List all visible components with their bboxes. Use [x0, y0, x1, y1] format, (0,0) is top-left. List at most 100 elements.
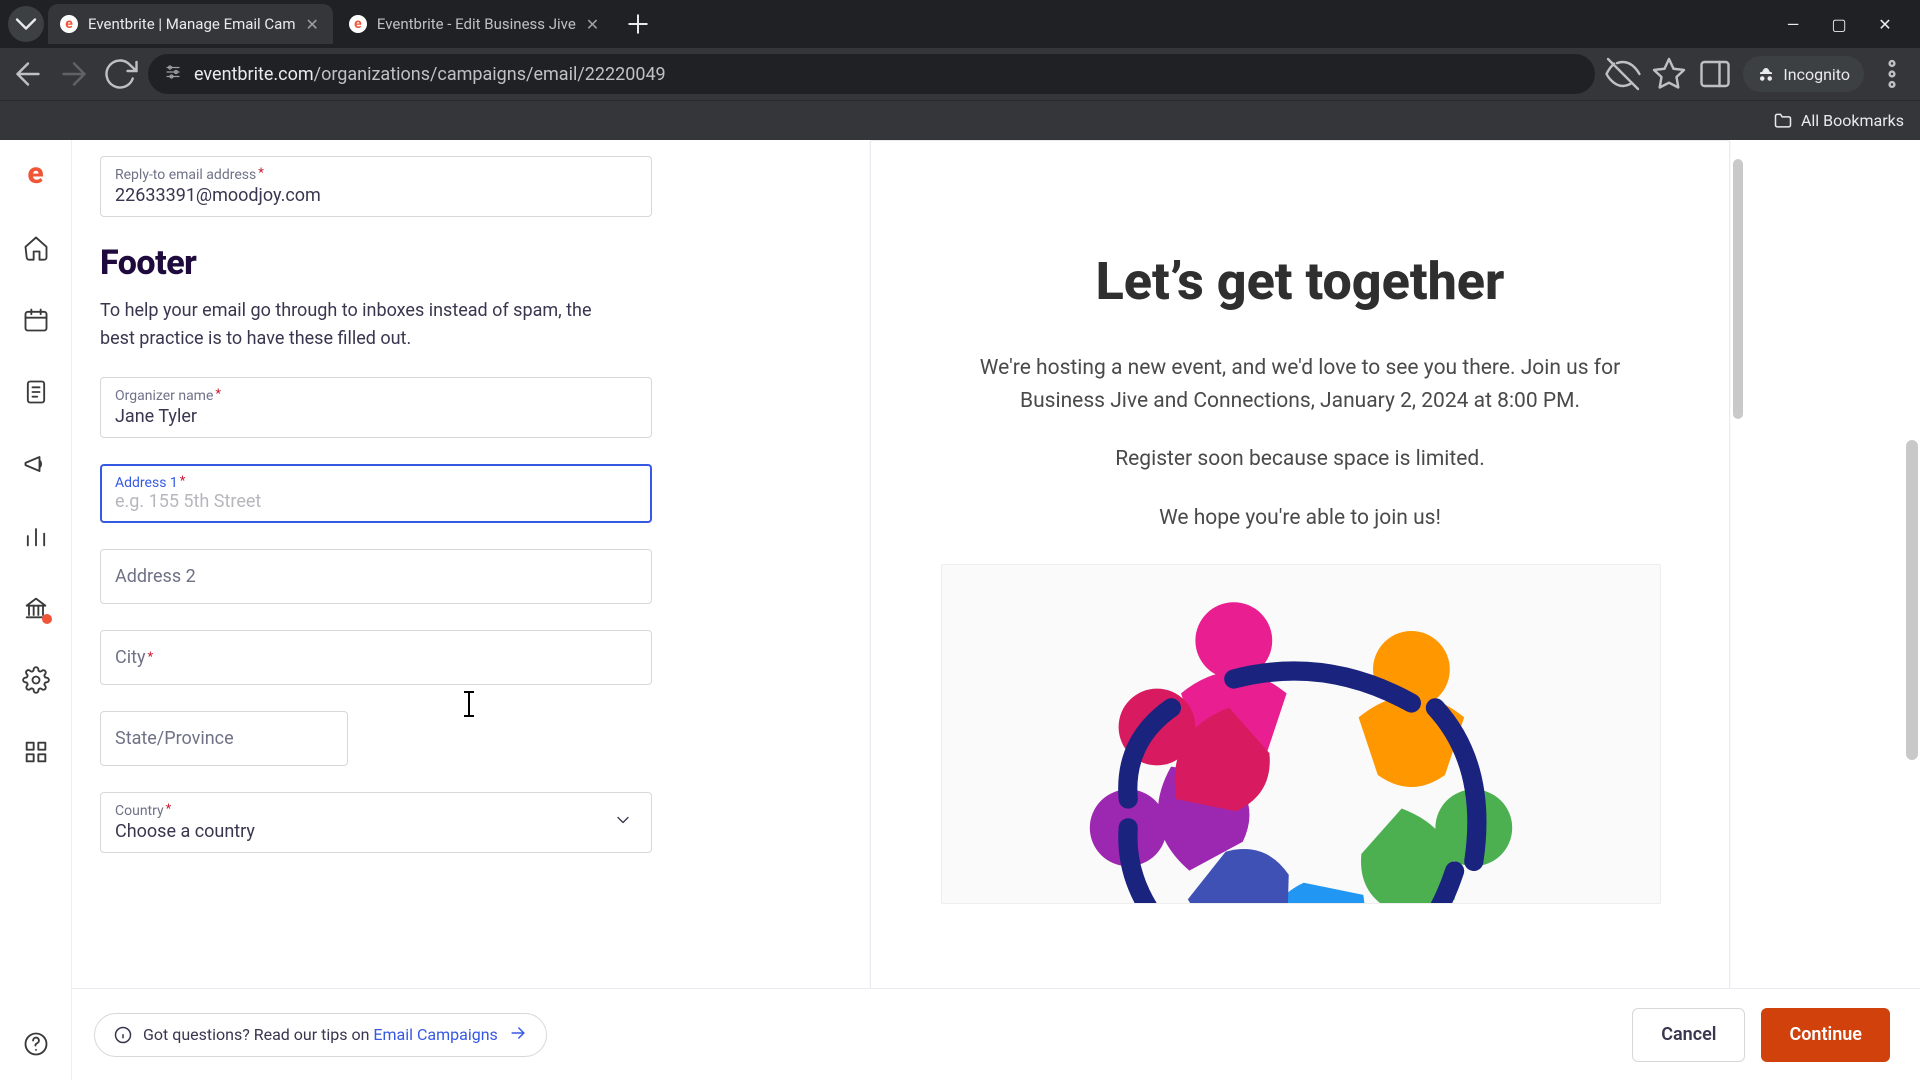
state-province-field[interactable]: State/Province — [100, 711, 348, 766]
chevron-down-icon — [8, 6, 44, 42]
section-title: Footer — [100, 243, 652, 283]
preview-title: Let’s get together — [941, 251, 1659, 312]
field-label: Reply-to email address* — [115, 167, 637, 183]
minimize-button[interactable]: — — [1784, 15, 1802, 34]
browser-chrome: e Eventbrite | Manage Email Cam ✕ e Even… — [0, 0, 1920, 140]
city-field[interactable]: City* — [100, 630, 652, 685]
preview-pane: Let’s get together We're hosting a new e… — [680, 140, 1920, 1080]
nav-events[interactable] — [22, 306, 50, 334]
tips-pill[interactable]: Got questions? Read our tips on Email Ca… — [94, 1013, 547, 1057]
home-icon — [22, 234, 50, 262]
preview-scrollbar[interactable] — [1733, 159, 1743, 419]
field-label: Address 2 — [115, 560, 637, 593]
back-button[interactable] — [10, 56, 46, 92]
reply-to-field[interactable]: Reply-to email address* 22633391@moodjoy… — [100, 156, 652, 217]
gear-icon — [22, 666, 50, 694]
preview-paragraph: Register soon because space is limited. — [941, 443, 1659, 476]
window-controls: — ▢ ✕ — [1784, 15, 1912, 34]
nav-apps[interactable] — [22, 738, 50, 766]
arrow-right-icon — [56, 56, 92, 92]
incognito-icon — [1757, 65, 1775, 83]
arrow-right-icon — [508, 1023, 528, 1047]
eye-off-icon — [1605, 56, 1641, 92]
reload-button[interactable] — [102, 56, 138, 92]
app-root: e Reply-to email address* 22633391@moodj… — [0, 140, 1920, 1080]
tune-icon — [164, 63, 182, 81]
kebab-icon — [1874, 56, 1910, 92]
preview-paragraph: We hope you're able to join us! — [941, 502, 1659, 535]
tab-title: Eventbrite - Edit Business Jive — [377, 15, 576, 33]
organizer-name-field[interactable]: Organizer name* Jane Tyler — [100, 377, 652, 438]
continue-button[interactable]: Continue — [1761, 1008, 1890, 1062]
maximize-button[interactable]: ▢ — [1830, 15, 1848, 34]
document-icon — [22, 378, 50, 406]
incognito-label: Incognito — [1783, 65, 1850, 84]
site-info-icon[interactable] — [164, 63, 182, 85]
calendar-icon — [22, 306, 50, 334]
address-1-input[interactable] — [115, 491, 637, 512]
tracking-icon[interactable] — [1605, 56, 1641, 92]
all-bookmarks-label: All Bookmarks — [1801, 111, 1904, 130]
nav-finance[interactable] — [22, 594, 50, 622]
nav-help[interactable] — [22, 1030, 50, 1058]
favicon-icon: e — [349, 15, 367, 33]
tab-inactive[interactable]: e Eventbrite - Edit Business Jive ✕ — [337, 4, 613, 44]
tab-strip: e Eventbrite | Manage Email Cam ✕ e Even… — [0, 0, 1920, 48]
tab-title: Eventbrite | Manage Email Cam — [88, 15, 296, 33]
folder-icon — [1773, 111, 1793, 131]
bookmark-button[interactable] — [1651, 56, 1687, 92]
chart-icon — [22, 522, 50, 550]
close-icon[interactable]: ✕ — [306, 15, 319, 34]
field-label: Organizer name* — [115, 388, 637, 404]
country-select[interactable]: Country* Choose a country — [100, 792, 652, 853]
address-bar[interactable]: eventbrite.com/organizations/campaigns/e… — [148, 54, 1595, 94]
field-label: Country* — [115, 803, 637, 819]
grid-icon — [22, 738, 50, 766]
field-label: State/Province — [115, 722, 333, 755]
preview-image — [941, 564, 1661, 904]
section-description: To help your email go through to inboxes… — [100, 297, 610, 353]
eventbrite-logo[interactable]: e — [20, 158, 52, 190]
chevron-down-icon — [613, 810, 633, 834]
arrow-left-icon — [10, 56, 46, 92]
bottom-action-bar: Got questions? Read our tips on Email Ca… — [72, 988, 1920, 1080]
tab-active[interactable]: e Eventbrite | Manage Email Cam ✕ — [48, 4, 333, 44]
field-value: Jane Tyler — [115, 406, 637, 427]
info-icon — [113, 1025, 133, 1045]
page-scrollbar[interactable] — [1906, 440, 1918, 760]
address-1-field[interactable]: Address 1* — [100, 464, 652, 523]
select-value: Choose a country — [115, 821, 637, 842]
tips-link[interactable]: Email Campaigns — [373, 1025, 497, 1044]
close-window-button[interactable]: ✕ — [1876, 15, 1894, 34]
close-icon[interactable]: ✕ — [586, 15, 599, 34]
nav-settings[interactable] — [22, 666, 50, 694]
new-tab-button[interactable] — [623, 9, 653, 39]
workspace: Reply-to email address* 22633391@moodjoy… — [72, 140, 1920, 1080]
side-panel-button[interactable] — [1697, 56, 1733, 92]
address-2-field[interactable]: Address 2 — [100, 549, 652, 604]
tab-search-button[interactable] — [8, 6, 44, 42]
url-text: eventbrite.com/organizations/campaigns/e… — [194, 64, 666, 85]
plus-icon — [623, 9, 653, 39]
help-icon — [22, 1030, 50, 1058]
incognito-badge[interactable]: Incognito — [1743, 56, 1864, 92]
nav-home[interactable] — [22, 234, 50, 262]
all-bookmarks-button[interactable]: All Bookmarks — [1773, 111, 1904, 131]
bookmarks-bar: All Bookmarks — [0, 100, 1920, 140]
panel-icon — [1697, 56, 1733, 92]
cancel-button[interactable]: Cancel — [1632, 1008, 1745, 1062]
left-nav-rail: e — [0, 140, 72, 1080]
browser-menu-button[interactable] — [1874, 56, 1910, 92]
nav-orders[interactable] — [22, 378, 50, 406]
star-icon — [1651, 56, 1687, 92]
megaphone-icon — [22, 450, 50, 478]
email-preview: Let’s get together We're hosting a new e… — [870, 140, 1730, 1080]
favicon-icon: e — [60, 15, 78, 33]
preview-paragraph: We're hosting a new event, and we'd love… — [941, 352, 1659, 417]
nav-marketing[interactable] — [22, 450, 50, 478]
browser-toolbar: eventbrite.com/organizations/campaigns/e… — [0, 48, 1920, 100]
nav-reports[interactable] — [22, 522, 50, 550]
field-value: 22633391@moodjoy.com — [115, 185, 637, 206]
forward-button[interactable] — [56, 56, 92, 92]
form-pane: Reply-to email address* 22633391@moodjoy… — [72, 140, 680, 1080]
